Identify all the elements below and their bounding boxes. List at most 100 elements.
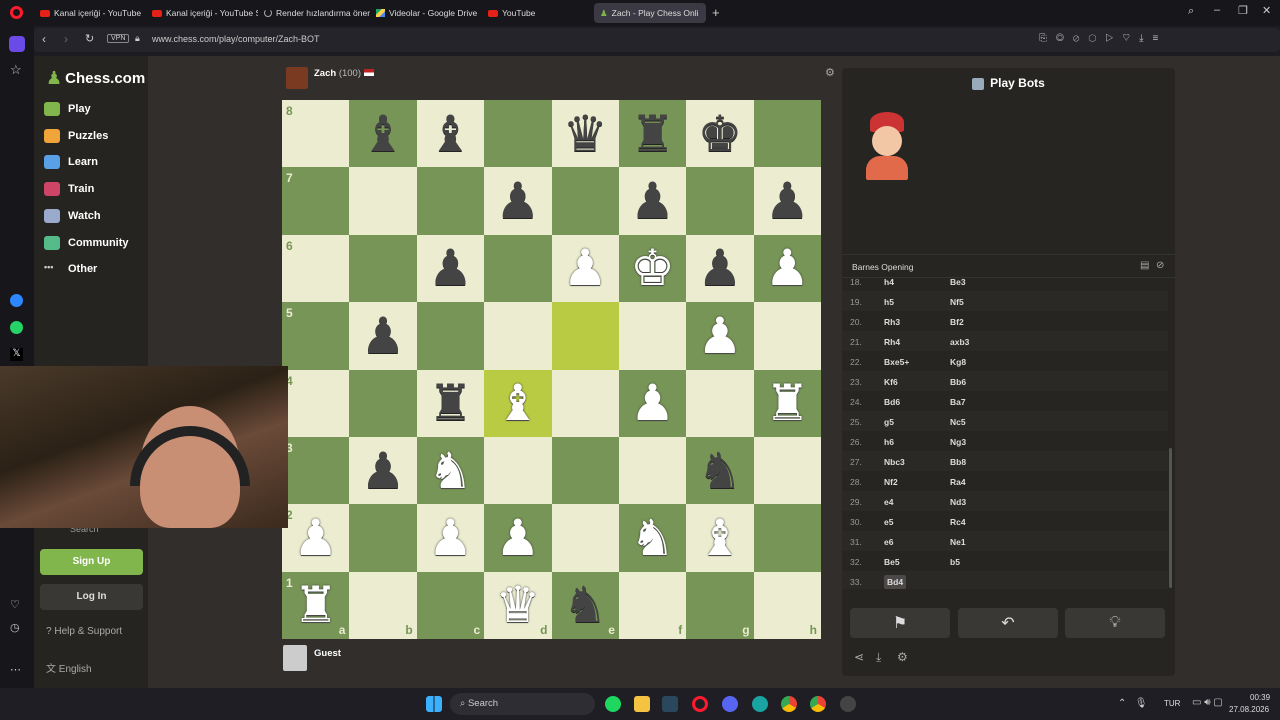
black-move[interactable]: Ra4 bbox=[950, 477, 966, 487]
white-move[interactable]: Bd6 bbox=[884, 397, 900, 407]
x-icon[interactable]: 𝕏 bbox=[10, 348, 23, 361]
square-c4[interactable]: ♜ bbox=[416, 369, 485, 437]
white-knight-icon[interactable]: ♞ bbox=[428, 446, 473, 496]
square-c2[interactable]: ♟ bbox=[416, 504, 485, 572]
square-d6[interactable] bbox=[484, 234, 552, 303]
browser-tab[interactable]: Kanal içeriği - YouTube St bbox=[146, 3, 258, 23]
chess-board[interactable]: 8 ♝ ♝ ♛ ♜ ♚ 7 ♟ ♟ ♟ 6 ♟ ♟ ♚ ♟ ♟ 5 ♟ ♟ 4 ♜ ♝ ♟ ♜ 3 ♟ ♞ ♞ 2 ♟ ♟ ♟ ♞ ♝ 1 a ♜ b c d… bbox=[282, 100, 821, 639]
opera-logo-icon[interactable] bbox=[10, 6, 23, 19]
nav-item-other[interactable]: ••• Other bbox=[44, 262, 97, 276]
black-move[interactable]: Bf2 bbox=[950, 317, 964, 327]
move-row[interactable]: 32. Be5 b5 bbox=[842, 551, 1168, 571]
black-move[interactable]: Nd3 bbox=[950, 497, 966, 507]
square-h2[interactable] bbox=[753, 504, 821, 572]
white-move[interactable]: e4 bbox=[884, 497, 893, 507]
move-row[interactable]: 28. Nf2 Ra4 bbox=[842, 471, 1168, 491]
square-c7[interactable] bbox=[416, 167, 485, 235]
square-e7[interactable] bbox=[551, 167, 619, 235]
square-d2[interactable]: ♟ bbox=[484, 504, 552, 572]
black-rook-icon[interactable]: ♜ bbox=[428, 378, 473, 428]
square-h3[interactable] bbox=[753, 436, 821, 505]
square-f8[interactable]: ♜ bbox=[618, 100, 687, 168]
square-h7[interactable]: ♟ bbox=[753, 167, 821, 235]
black-move[interactable]: Bb6 bbox=[950, 377, 966, 387]
move-row[interactable]: 31. e6 Ne1 bbox=[842, 531, 1168, 551]
maximize-button[interactable]: ❐ bbox=[1238, 4, 1248, 17]
square-a2[interactable]: 2 ♟ bbox=[282, 504, 350, 572]
black-bishop-icon[interactable]: ♝ bbox=[361, 109, 406, 159]
clock-date[interactable]: 27.08.2026 bbox=[1229, 705, 1269, 714]
square-e6[interactable]: ♟ bbox=[551, 234, 619, 303]
spotify-icon[interactable] bbox=[605, 696, 621, 712]
nav-item-puzzles[interactable]: Puzzles bbox=[44, 128, 108, 143]
square-a1[interactable]: 1 a ♜ bbox=[282, 571, 350, 639]
chrome-2-icon[interactable] bbox=[810, 696, 826, 712]
square-a6[interactable]: 6 bbox=[282, 234, 350, 303]
white-move[interactable]: h4 bbox=[884, 279, 894, 287]
white-move[interactable]: h6 bbox=[884, 437, 894, 447]
language-link[interactable]: 文 English bbox=[46, 660, 92, 675]
square-e8[interactable]: ♛ bbox=[551, 100, 619, 168]
help-link[interactable]: ? Help & Support bbox=[46, 626, 122, 637]
black-move[interactable]: Be3 bbox=[950, 279, 966, 287]
black-pawn-icon[interactable]: ♟ bbox=[698, 243, 743, 293]
square-e2[interactable] bbox=[551, 504, 619, 572]
square-c1[interactable]: c bbox=[416, 571, 485, 639]
white-pawn-icon[interactable]: ♟ bbox=[293, 513, 338, 563]
square-e1[interactable]: e ♞ bbox=[551, 571, 619, 639]
white-bishop-icon[interactable]: ♝ bbox=[698, 513, 743, 563]
move-row[interactable]: 24. Bd6 Ba7 bbox=[842, 391, 1168, 411]
square-a5[interactable]: 5 bbox=[282, 302, 350, 370]
vpn-badge[interactable]: VPN bbox=[107, 34, 130, 43]
square-a8[interactable]: 8 bbox=[282, 100, 350, 168]
square-g6[interactable]: ♟ bbox=[686, 234, 754, 303]
square-g5[interactable]: ♟ bbox=[686, 302, 754, 370]
square-d3[interactable] bbox=[484, 436, 552, 505]
square-h1[interactable]: h bbox=[753, 571, 821, 639]
log-in-button[interactable]: Log In bbox=[40, 584, 143, 610]
move-row[interactable]: 26. h6 Ng3 bbox=[842, 431, 1168, 451]
download-icon[interactable]: ⤓ bbox=[876, 650, 881, 665]
square-b5[interactable]: ♟ bbox=[349, 302, 417, 370]
browser-tab[interactable]: ♟ Zach - Play Chess Onli bbox=[594, 3, 706, 23]
square-d7[interactable]: ♟ bbox=[484, 167, 552, 235]
white-move[interactable]: Be5 bbox=[884, 557, 900, 567]
edge-icon[interactable] bbox=[752, 696, 768, 712]
square-g2[interactable]: ♝ bbox=[686, 504, 754, 572]
square-b2[interactable] bbox=[349, 504, 417, 572]
square-b8[interactable]: ♝ bbox=[349, 100, 417, 168]
white-move[interactable]: Kf6 bbox=[884, 377, 898, 387]
search-tabs-icon[interactable]: ⌕ bbox=[1188, 5, 1194, 18]
black-move[interactable]: axb3 bbox=[950, 337, 969, 347]
move-row[interactable]: 21. Rh4 axb3 bbox=[842, 331, 1168, 351]
tray-icons[interactable]: ⌃ 🎙︎ bbox=[1118, 698, 1147, 709]
move-row[interactable]: 20. Rh3 Bf2 bbox=[842, 311, 1168, 331]
chrome-icon[interactable] bbox=[781, 696, 797, 712]
url-field[interactable]: www.chess.com/play/computer/Zach-BOT bbox=[152, 34, 320, 44]
square-d5[interactable] bbox=[484, 302, 552, 370]
square-e4[interactable] bbox=[551, 369, 619, 437]
tray-language[interactable]: TUR bbox=[1164, 699, 1180, 708]
resign-button[interactable]: ⚑ bbox=[850, 608, 950, 638]
black-rook-icon[interactable]: ♜ bbox=[630, 109, 675, 159]
heart-icon[interactable]: ♡ bbox=[10, 598, 20, 611]
white-pawn-icon[interactable]: ♟ bbox=[630, 378, 675, 428]
back-icon[interactable]: ‹ bbox=[42, 32, 46, 46]
square-a7[interactable]: 7 bbox=[282, 167, 350, 235]
nav-item-train[interactable]: Train bbox=[44, 182, 94, 197]
home-icon[interactable] bbox=[9, 36, 25, 52]
black-king-icon[interactable]: ♚ bbox=[698, 109, 743, 159]
square-b4[interactable] bbox=[349, 369, 417, 437]
white-move[interactable]: Rh3 bbox=[884, 317, 900, 327]
share-icon[interactable]: ⋖ bbox=[854, 650, 864, 664]
square-f1[interactable]: f bbox=[618, 571, 687, 639]
browser-tab[interactable]: Kanal içeriği - YouTube St bbox=[34, 3, 144, 23]
black-pawn-icon[interactable]: ♟ bbox=[495, 176, 540, 226]
browser-tab[interactable]: YouTube bbox=[482, 3, 542, 23]
star-icon[interactable]: ☆ bbox=[10, 62, 22, 78]
square-g4[interactable] bbox=[686, 369, 754, 437]
nav-item-community[interactable]: Community bbox=[44, 235, 129, 250]
square-h5[interactable] bbox=[753, 302, 821, 370]
square-g7[interactable] bbox=[686, 167, 754, 235]
move-row[interactable]: 33. Bd4 bbox=[842, 571, 1168, 589]
